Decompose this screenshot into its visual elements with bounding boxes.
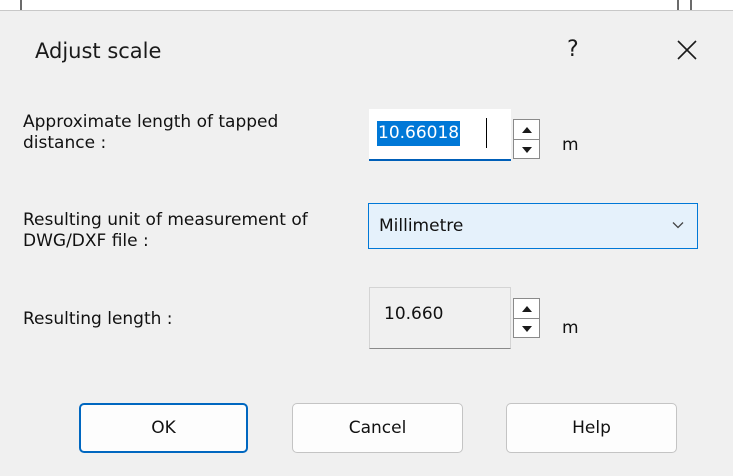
text-caret bbox=[486, 118, 487, 148]
close-icon bbox=[677, 40, 697, 60]
spin-up-button[interactable] bbox=[514, 299, 539, 318]
cancel-button[interactable]: Cancel bbox=[292, 403, 463, 453]
unit-of-measurement-value: Millimetre bbox=[379, 216, 464, 236]
help-dialog-button[interactable]: Help bbox=[506, 403, 677, 453]
approximate-length-input[interactable]: 10.66018 bbox=[369, 109, 511, 161]
help-button[interactable]: ? bbox=[567, 37, 579, 62]
resulting-length-value: 10.660 bbox=[384, 304, 444, 324]
resulting-length-spinner[interactable] bbox=[513, 298, 540, 338]
dialog-titlebar[interactable]: Adjust scale ? bbox=[0, 11, 733, 91]
ok-button[interactable]: OK bbox=[79, 403, 248, 453]
arrow-up-icon bbox=[521, 305, 532, 312]
spin-down-button[interactable] bbox=[514, 318, 539, 338]
arrow-down-icon bbox=[521, 146, 532, 153]
approximate-length-unit: m bbox=[562, 135, 579, 155]
screen: Adjust scale ? Approximate length of tap… bbox=[0, 0, 733, 476]
arrow-up-icon bbox=[521, 126, 532, 133]
resulting-length-field[interactable]: 10.660 bbox=[369, 287, 511, 349]
dialog-title: Adjust scale bbox=[35, 39, 162, 63]
chevron-down-icon bbox=[672, 222, 684, 229]
spin-down-button[interactable] bbox=[514, 139, 539, 159]
close-button[interactable] bbox=[672, 35, 702, 65]
spin-up-button[interactable] bbox=[514, 120, 539, 139]
unit-of-measurement-label: Resulting unit of measurement of DWG/DXF… bbox=[23, 210, 308, 251]
approximate-length-value: 10.66018 bbox=[377, 121, 461, 146]
adjust-scale-dialog: Adjust scale ? Approximate length of tap… bbox=[0, 10, 733, 476]
arrow-down-icon bbox=[521, 325, 532, 332]
resulting-length-unit: m bbox=[562, 318, 579, 338]
resulting-length-label: Resulting length : bbox=[23, 309, 173, 329]
approximate-length-label: Approximate length of tapped distance : bbox=[23, 112, 279, 153]
approximate-length-spinner[interactable] bbox=[513, 119, 540, 159]
unit-of-measurement-select[interactable]: Millimetre bbox=[368, 203, 698, 249]
